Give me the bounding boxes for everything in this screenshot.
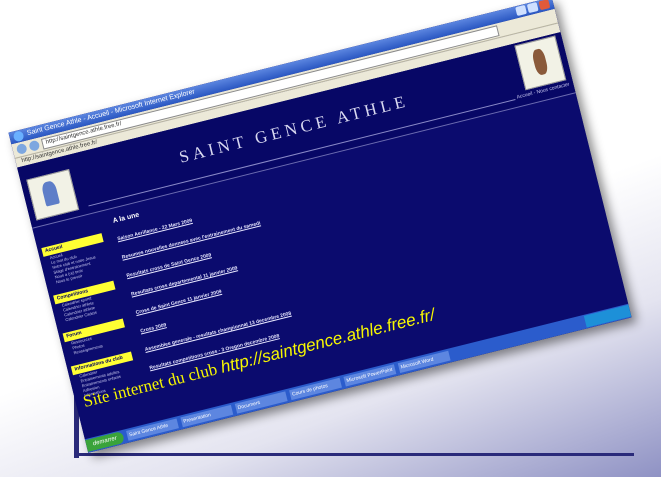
internet-explorer-icon [12, 130, 25, 143]
back-icon[interactable] [15, 142, 28, 155]
minimize-icon[interactable] [515, 4, 528, 17]
athlete-logo [514, 35, 567, 91]
maximize-icon[interactable] [526, 2, 539, 14]
slide-bottom-rule [74, 453, 634, 456]
club-logo[interactable] [26, 169, 80, 221]
athlete-icon [531, 47, 550, 76]
close-icon[interactable] [538, 0, 551, 11]
forward-icon[interactable] [28, 139, 41, 152]
runner-icon [40, 179, 61, 207]
